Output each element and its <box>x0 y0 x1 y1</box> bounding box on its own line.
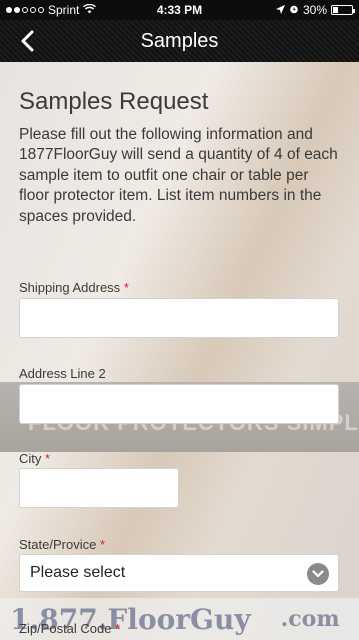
state-label-text: State/Provice <box>19 537 97 552</box>
state-select-value: Please select <box>30 564 126 581</box>
form-heading: Samples Request <box>19 88 209 115</box>
alarm-icon <box>289 3 299 17</box>
state-select[interactable]: Please select <box>19 554 339 592</box>
shipping-address-input[interactable] <box>19 298 339 338</box>
status-bar: Sprint 4:33 PM 30% <box>0 0 359 20</box>
required-mark: * <box>115 621 121 636</box>
location-arrow-icon <box>275 3 285 17</box>
signal-strength-icon <box>6 7 44 13</box>
required-mark: * <box>123 280 129 295</box>
battery-icon <box>331 5 355 15</box>
required-mark: * <box>45 451 51 466</box>
chevron-down-icon <box>307 563 329 585</box>
status-right: 30% <box>275 3 355 17</box>
shipping-address-label: Shipping Address * <box>19 280 129 295</box>
zip-label: Zip/Postal Code * <box>19 621 120 636</box>
page-title: Samples <box>140 29 219 52</box>
back-button[interactable] <box>14 28 40 54</box>
address-line-2-input[interactable] <box>19 384 339 424</box>
city-label: City * <box>19 451 50 466</box>
navigation-bar: Samples <box>0 20 359 62</box>
battery-percent: 30% <box>302 3 327 17</box>
logo-suffix: .com <box>280 606 340 632</box>
zip-label-text: Zip/Postal Code <box>19 621 112 636</box>
required-mark: * <box>99 537 106 552</box>
shipping-address-label-text: Shipping Address <box>19 280 121 295</box>
status-left: Sprint <box>6 3 97 17</box>
form-intro: Please fill out the following informatio… <box>19 126 338 225</box>
state-label: State/Provice * <box>19 537 105 552</box>
city-input[interactable] <box>19 468 179 508</box>
address-line-2-label-text: Address Line 2 <box>19 366 106 381</box>
battery-level <box>333 7 339 13</box>
city-label-text: City <box>19 451 42 466</box>
wifi-icon <box>83 3 97 17</box>
back-chevron-icon <box>21 30 34 52</box>
carrier-name: Sprint <box>48 3 80 17</box>
address-line-2-label: Address Line 2 <box>19 366 106 381</box>
